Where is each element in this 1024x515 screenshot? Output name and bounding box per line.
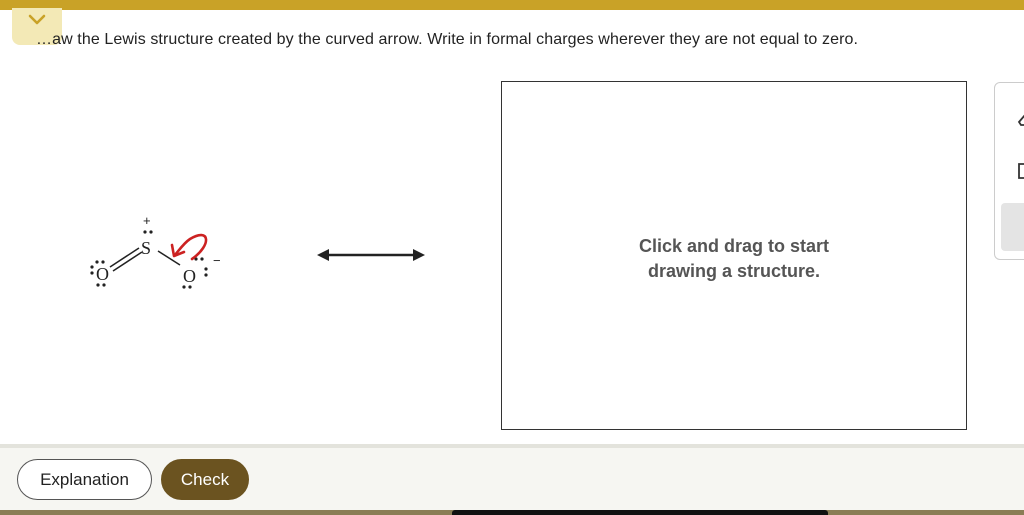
explanation-button[interactable]: Explanation bbox=[17, 459, 152, 500]
drawing-toolbar bbox=[994, 82, 1024, 260]
check-button[interactable]: Check bbox=[161, 459, 249, 500]
chevron-down-icon bbox=[28, 14, 46, 25]
charge-plus-sulfur: + bbox=[143, 213, 151, 228]
eraser-icon[interactable] bbox=[1017, 113, 1024, 127]
footer-bar bbox=[0, 448, 1024, 510]
top-accent-bar bbox=[0, 0, 1024, 10]
atom-oxygen-right: O bbox=[183, 266, 196, 286]
canvas-hint-line-2: drawing a structure. bbox=[647, 261, 821, 281]
lewis-structure-figure: O S + O − bbox=[90, 213, 221, 289]
canvas-hint: Click and drag to start drawing a struct… bbox=[502, 234, 966, 284]
atom-sulfur: S bbox=[141, 238, 151, 258]
resonance-arrow-icon bbox=[317, 249, 425, 261]
bracket-icon[interactable] bbox=[1017, 163, 1024, 179]
question-prompt: …aw the Lewis structure created by the c… bbox=[36, 31, 859, 48]
atom-oxygen-left: O bbox=[96, 264, 109, 284]
drawing-canvas[interactable]: Click and drag to start drawing a struct… bbox=[501, 81, 967, 430]
bottom-handle bbox=[452, 510, 828, 515]
toolbar-selected-tool[interactable] bbox=[1001, 203, 1024, 251]
charge-minus-oxygen: − bbox=[213, 253, 221, 268]
curved-arrow-icon bbox=[170, 233, 208, 261]
canvas-hint-line-1: Click and drag to start bbox=[638, 236, 830, 256]
